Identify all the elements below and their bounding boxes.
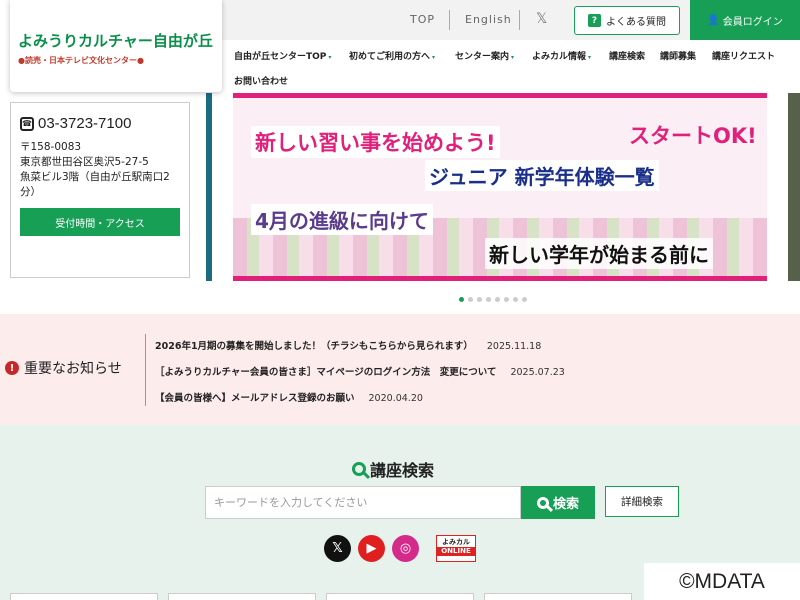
hours-access-button[interactable]: 受付時間・アクセス <box>20 208 180 236</box>
nav-item-first-time[interactable]: 初めてご利用の方へ ▾ <box>349 49 435 62</box>
carousel-dot[interactable] <box>495 297 500 302</box>
divider <box>145 334 146 406</box>
page: よみうりカルチャー自由が丘 ●読売・日本テレビ文化センター● TOP Engli… <box>0 0 800 600</box>
chevron-down-icon: ▾ <box>328 54 332 61</box>
search-icon <box>536 496 549 509</box>
x-icon[interactable]: 𝕏 <box>324 535 351 562</box>
nav-item-course-request[interactable]: 講座リクエスト <box>712 49 775 62</box>
nav-item-center-top[interactable]: 自由が丘センターTOP ▾ <box>234 49 331 62</box>
next-slide-peek[interactable] <box>788 93 800 281</box>
content-card[interactable] <box>326 593 474 600</box>
faq-button[interactable]: ? よくある質問 <box>574 6 680 35</box>
notice-item[interactable]: 【会員の皆様へ】メールアドレス登録のお願い 2020.04.20 <box>155 390 423 404</box>
yomikaru-online-icon[interactable]: よみカル ONLINE <box>436 535 476 562</box>
banner-subtext: 4月の進級に向けて <box>251 204 433 235</box>
contact-box: ☎ 03-3723-7100 〒158-0083 東京都世田谷区奥沢5-27-5… <box>10 102 190 278</box>
carousel-dot[interactable] <box>468 297 473 302</box>
notices-heading: ! 重要なお知らせ <box>5 358 122 378</box>
copyright-watermark: ©MDATA <box>644 563 800 600</box>
banner-headline: 新しい習い事を始めよう! <box>251 126 500 158</box>
content-card[interactable] <box>168 593 316 600</box>
logo-title: よみうりカルチャー自由が丘 <box>18 32 213 50</box>
carousel-dots <box>459 297 527 302</box>
important-notices: ! 重要なお知らせ 2026年1月期の募集を開始しました！（チラシもこちらから見… <box>0 314 800 425</box>
address: 〒158-0083 東京都世田谷区奥沢5-27-5 魚菜ビル3階（自由が丘駅南口… <box>20 141 170 198</box>
nav-item-course-search[interactable]: 講座検索 <box>609 49 645 62</box>
content-card[interactable] <box>484 593 632 600</box>
chevron-down-icon: ▾ <box>511 54 515 61</box>
divider <box>449 10 450 30</box>
utility-bar: TOP English 𝕏 ? よくある質問 👤 会員ログイン <box>222 0 800 40</box>
youtube-icon[interactable]: ▶ <box>358 535 385 562</box>
search-button[interactable]: 検索 <box>521 486 595 519</box>
phone-number[interactable]: ☎ 03-3723-7100 <box>20 115 180 132</box>
chevron-down-icon: ▾ <box>432 54 436 61</box>
x-icon[interactable]: 𝕏 <box>536 11 547 27</box>
member-login-button[interactable]: 👤 会員ログイン <box>690 0 800 40</box>
carousel-dot[interactable] <box>513 297 518 302</box>
notice-item[interactable]: 2026年1月期の募集を開始しました！（チラシもこちらから見られます） 2025.… <box>155 338 541 352</box>
prev-slide-peek[interactable] <box>206 93 212 281</box>
nav-item-contact[interactable]: お問い合わせ <box>234 74 288 87</box>
nav-item-instructor-recruit[interactable]: 講師募集 <box>660 49 696 62</box>
instagram-icon[interactable]: ◎ <box>392 535 419 562</box>
phone-icon: ☎ <box>20 116 34 131</box>
carousel-dot[interactable] <box>486 297 491 302</box>
carousel-dot[interactable] <box>504 297 509 302</box>
alert-icon: ! <box>5 361 19 375</box>
logo-subtitle: ●読売・日本テレビ文化センター● <box>18 56 144 65</box>
hero-banner[interactable]: 新しい習い事を始めよう! スタートOK! ジュニア 新学年体験一覧 4月の進級に… <box>233 93 767 281</box>
site-logo[interactable]: よみうりカルチャー自由が丘 ●読売・日本テレビ文化センター● <box>10 0 222 92</box>
login-label: 会員ログイン <box>722 16 783 28</box>
chevron-down-icon: ▾ <box>588 54 592 61</box>
main-nav: 自由が丘センターTOP ▾ 初めてご利用の方へ ▾ センター案内 ▾ よみカル情報 ▾ … <box>222 40 800 92</box>
carousel-dot[interactable] <box>477 297 482 302</box>
question-icon: ? <box>588 14 601 27</box>
faq-label: よくある質問 <box>606 17 666 28</box>
english-link[interactable]: English <box>465 13 512 26</box>
nav-item-yomikaru-info[interactable]: よみカル情報 ▾ <box>532 49 591 62</box>
carousel-dot[interactable] <box>459 297 464 302</box>
advanced-search-button[interactable]: 詳細検索 <box>605 486 679 517</box>
search-input[interactable] <box>205 486 521 519</box>
notice-item[interactable]: ［よみうりカルチャー会員の皆さま］マイページのログイン方法 変更について 2025… <box>155 364 565 378</box>
banner-start-ok: スタートOK! <box>629 124 757 148</box>
nav-item-center-guide[interactable]: センター案内 ▾ <box>455 49 514 62</box>
search-title: 講座検索 <box>352 457 434 481</box>
user-icon: 👤 <box>707 14 720 26</box>
top-link[interactable]: TOP <box>410 13 435 26</box>
content-card[interactable] <box>10 593 158 600</box>
banner-subtext-2: 新しい学年が始まる前に <box>485 238 713 269</box>
search-icon <box>352 462 366 476</box>
banner-junior-title: ジュニア 新学年体験一覧 <box>425 160 659 191</box>
divider <box>519 10 520 30</box>
carousel-dot[interactable] <box>522 297 527 302</box>
